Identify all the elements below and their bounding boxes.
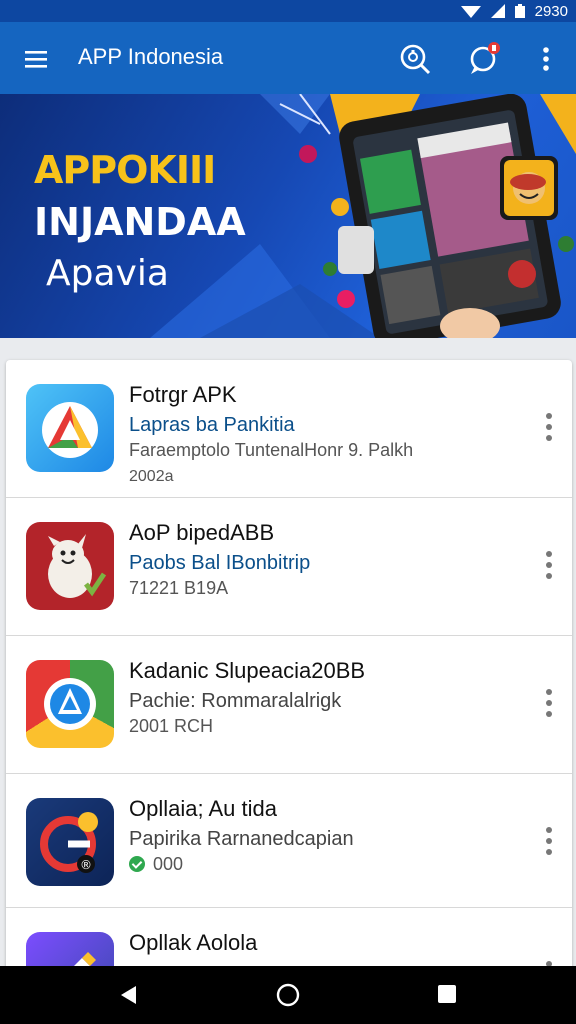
app-meta: Faraemptolo TuntenalHonr 9. Palkh [129, 440, 414, 460]
more-vert-icon[interactable] [539, 686, 559, 720]
lens-search-icon[interactable] [398, 42, 432, 76]
check-icon [129, 856, 145, 872]
banner-headline-1: APPOKIII [34, 148, 216, 192]
list-item[interactable]: Fotrgr APK Lapras ba Pankitia Faraemptol… [6, 360, 572, 498]
back-icon[interactable] [116, 982, 142, 1008]
app-meta: 71221 B19A [129, 578, 229, 598]
dog-mascot-icon [26, 522, 114, 610]
g-logo-icon: ® [26, 798, 114, 886]
home-icon[interactable] [275, 982, 301, 1008]
list-item[interactable]: ® Opllaia; Au tida Papirika Rarnanedcapi… [6, 774, 572, 908]
list-item[interactable]: AoP bipedABB Paobs Bal IBonbitrip 71221 … [6, 498, 572, 636]
triangle-logo-icon [26, 384, 114, 472]
app-name: Opllaia; Au tida [129, 796, 277, 821]
app-developer: Pachie: Rommaralalrigk [129, 690, 342, 712]
app-developer: Papirika Rarnanedcapian [129, 828, 354, 850]
app-name: Kadanic Slupeacia20BB [129, 658, 366, 683]
phone-illustration [338, 94, 561, 338]
app-meta: 2001 RCH [129, 716, 214, 736]
app-meta: 000 [129, 854, 183, 875]
banner-headline-2: INJANDAA [34, 200, 246, 244]
triangle-logo-icon-2 [26, 660, 114, 748]
more-vert-icon[interactable] [539, 548, 559, 582]
app-name: AoP bipedABB [129, 520, 275, 545]
signal-icon [490, 4, 505, 18]
banner-text: APPOKIII INJANDAA Apavia [34, 144, 246, 300]
app-bar: APP Indonesia [0, 22, 576, 94]
battery-icon [514, 4, 525, 18]
app-name: Fotrgr APK [129, 382, 237, 407]
app-meta-text: 000 [153, 854, 184, 874]
banner-headline-3: Apavia [46, 253, 169, 294]
status-bar: 2930 [0, 0, 576, 22]
app-meta-secondary: 2002a [129, 468, 174, 485]
app-developer: Lapras ba Pankitia [129, 414, 295, 436]
app-developer: Paobs Bal IBonbitrip [129, 552, 311, 574]
system-nav-bar [0, 966, 576, 1024]
wifi-icon [460, 6, 481, 18]
status-time: 2930 [534, 2, 568, 20]
more-vert-icon[interactable] [539, 824, 559, 858]
svg-text:®: ® [80, 858, 92, 872]
app-title: APP Indonesia [78, 44, 224, 69]
app-list: Fotrgr APK Lapras ba Pankitia Faraemptol… [6, 360, 572, 980]
chat-notification-icon[interactable] [465, 40, 503, 78]
menu-icon[interactable] [22, 44, 52, 74]
recent-apps-icon[interactable] [436, 983, 458, 1005]
promo-banner[interactable]: APPOKIII INJANDAA Apavia [0, 94, 576, 338]
list-item[interactable]: Kadanic Slupeacia20BB Pachie: Rommaralal… [6, 636, 572, 774]
more-vert-icon[interactable] [532, 44, 560, 74]
app-name: Opllak Aolola [129, 930, 258, 955]
more-vert-icon[interactable] [539, 410, 559, 444]
